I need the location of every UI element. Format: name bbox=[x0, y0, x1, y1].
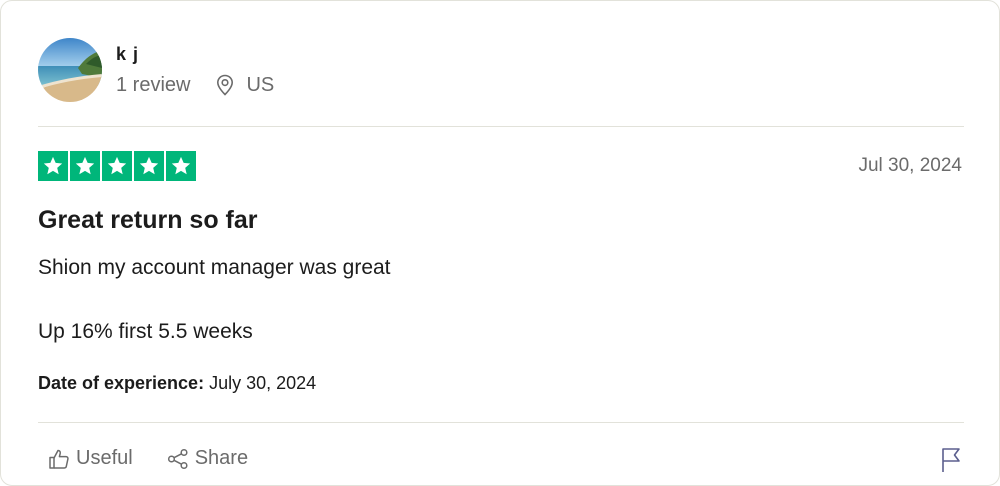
review-paragraph: Up 16% first 5.5 weeks bbox=[38, 320, 253, 343]
share-button[interactable]: Share bbox=[167, 447, 248, 470]
reviewer-meta: 1 review US bbox=[116, 73, 274, 97]
review-paragraph: Shion my account manager was great bbox=[38, 256, 391, 279]
review-actions: Useful Share bbox=[48, 447, 248, 470]
star-icon bbox=[38, 151, 68, 181]
share-label: Share bbox=[194, 447, 249, 469]
review-count: 1 review bbox=[116, 74, 191, 96]
date-of-experience: Date of experience: July 30, 2024 bbox=[38, 373, 316, 394]
useful-button[interactable]: Useful bbox=[48, 447, 133, 470]
header-divider bbox=[38, 126, 964, 127]
star-rating bbox=[38, 151, 196, 181]
review-date: Jul 30, 2024 bbox=[858, 155, 962, 176]
thumbs-up-icon bbox=[49, 449, 69, 469]
reviewer-info: k j 1 review US bbox=[116, 43, 274, 97]
reviewer-location: US bbox=[216, 73, 274, 97]
star-icon bbox=[134, 151, 164, 181]
flag-icon bbox=[942, 448, 960, 472]
star-icon bbox=[70, 151, 100, 181]
review-card: k j 1 review US Jul 30, 2024 Great retur… bbox=[0, 0, 1000, 486]
experience-label: Date of experience: bbox=[38, 373, 205, 393]
reviewer-header: k j 1 review US bbox=[38, 38, 274, 102]
share-icon bbox=[167, 448, 188, 469]
star-icon bbox=[102, 151, 132, 181]
reviewer-avatar[interactable] bbox=[38, 38, 102, 102]
report-flag-button[interactable] bbox=[940, 447, 962, 478]
experience-date: July 30, 2024 bbox=[204, 373, 317, 393]
footer-divider bbox=[38, 422, 964, 423]
location-text: US bbox=[246, 74, 275, 96]
review-body: Shion my account manager was great Up 16… bbox=[38, 252, 391, 348]
reviewer-name[interactable]: k j bbox=[116, 43, 274, 65]
star-icon bbox=[166, 151, 196, 181]
location-pin-icon bbox=[217, 74, 234, 96]
useful-label: Useful bbox=[76, 447, 133, 469]
review-title[interactable]: Great return so far bbox=[38, 206, 258, 235]
